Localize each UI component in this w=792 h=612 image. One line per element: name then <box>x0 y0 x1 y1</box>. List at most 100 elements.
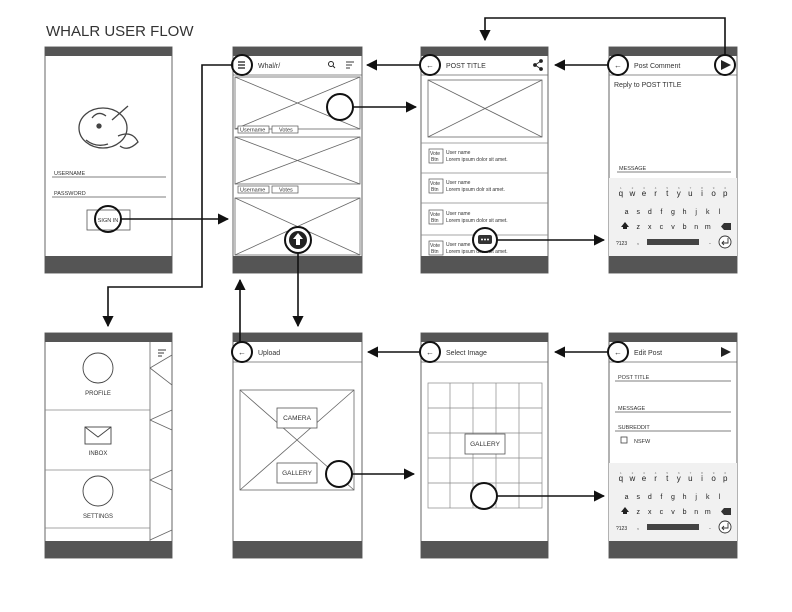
comment-username: User name <box>446 211 471 217</box>
profile-icon <box>82 352 114 384</box>
back-arrow-icon[interactable]: ← <box>426 61 434 70</box>
edit-post-title: Edit Post <box>634 350 662 357</box>
key-m[interactable]: m <box>705 224 711 231</box>
user-flow-diagram: WHALR USER FLOW USERNAME PASSWORD SIGN I… <box>44 17 738 559</box>
enter-key-icon[interactable] <box>718 520 732 534</box>
reply-fab[interactable] <box>472 227 498 253</box>
key-m[interactable]: m <box>705 509 711 516</box>
btn-label: Btn <box>431 218 439 224</box>
back-arrow-icon[interactable]: ← <box>238 348 246 357</box>
key-b[interactable]: b <box>683 224 687 231</box>
key-r[interactable]: r <box>654 189 657 198</box>
edit-post-screen: ← Edit Post POST TITLE MESSAGE SUBREDDIT… <box>607 332 738 559</box>
menu-item-label: INBOX <box>89 451 108 457</box>
key-f[interactable]: f <box>660 209 662 216</box>
key-s[interactable]: s <box>636 209 640 216</box>
tap-indicator <box>470 482 498 510</box>
key-x[interactable]: x <box>648 224 652 231</box>
key-j[interactable]: j <box>694 494 697 501</box>
post-votes: Votes <box>279 128 293 134</box>
nsfw-label: NSFW <box>634 439 651 445</box>
key-comma[interactable]: , <box>637 524 639 531</box>
menu-item-settings[interactable]: SETTINGS <box>82 475 114 520</box>
key-c[interactable]: c <box>660 509 664 516</box>
key-a[interactable]: a <box>625 494 629 501</box>
nav-bar <box>45 256 172 273</box>
key-x[interactable]: x <box>648 509 652 516</box>
btn-label: Btn <box>431 157 439 163</box>
key-g[interactable]: g <box>671 209 675 216</box>
post-comment-screen: ← Post Comment Reply to POST TITLE MESSA… <box>607 46 738 274</box>
key-y[interactable]: y <box>677 474 681 483</box>
back-arrow-icon[interactable]: ← <box>614 348 622 357</box>
feed-title: Whal/r/ <box>258 63 280 70</box>
key-w[interactable]: w <box>629 189 636 198</box>
key-symbols[interactable]: ?123 <box>616 241 627 247</box>
envelope-icon <box>84 426 112 445</box>
key-b[interactable]: b <box>683 509 687 516</box>
key-z[interactable]: z <box>636 224 640 231</box>
back-arrow-icon[interactable]: ← <box>614 61 622 70</box>
comment-text: Lorem ipsum dolor sit amet. <box>446 218 508 224</box>
post-title: POST TITLE <box>446 63 486 70</box>
key-q[interactable]: q <box>619 474 623 483</box>
key-symbols[interactable]: ?123 <box>616 526 627 532</box>
comment-username: User name <box>446 242 471 248</box>
spacebar[interactable] <box>647 239 699 245</box>
key-u[interactable]: u <box>688 474 692 483</box>
upload-title: Upload <box>258 350 280 357</box>
upload-screen: ← Upload CAMERA GALLERY <box>231 332 363 559</box>
key-i[interactable]: i <box>701 189 703 198</box>
key-o[interactable]: o <box>711 189 716 198</box>
settings-icon <box>82 475 114 507</box>
key-k[interactable]: k <box>706 209 710 216</box>
spacebar[interactable] <box>647 524 699 530</box>
enter-key-icon[interactable] <box>718 235 732 249</box>
btn-label: Btn <box>431 187 439 193</box>
key-f[interactable]: f <box>660 494 662 501</box>
key-v[interactable]: v <box>671 224 675 231</box>
key-p[interactable]: p <box>723 474 728 483</box>
menu-item-inbox[interactable]: INBOX <box>84 426 112 457</box>
key-k[interactable]: k <box>706 494 710 501</box>
camera-label: CAMERA <box>283 415 311 422</box>
key-period[interactable]: . <box>709 239 711 246</box>
key-j[interactable]: j <box>694 209 697 216</box>
key-d[interactable]: d <box>648 494 652 501</box>
key-h[interactable]: h <box>683 494 687 501</box>
login-screen: USERNAME PASSWORD SIGN IN <box>44 46 173 274</box>
key-n[interactable]: n <box>694 224 698 231</box>
key-comma[interactable]: , <box>637 239 639 246</box>
key-period[interactable]: . <box>709 524 711 531</box>
post-votes: Votes <box>279 188 293 194</box>
key-p[interactable]: p <box>723 189 728 198</box>
key-o[interactable]: o <box>711 474 716 483</box>
key-e[interactable]: e <box>642 189 647 198</box>
key-g[interactable]: g <box>671 494 675 501</box>
key-c[interactable]: c <box>660 224 664 231</box>
key-r[interactable]: r <box>654 474 657 483</box>
key-d[interactable]: d <box>648 209 652 216</box>
key-z[interactable]: z <box>636 509 640 516</box>
key-a[interactable]: a <box>625 209 629 216</box>
key-i[interactable]: i <box>701 474 703 483</box>
key-e[interactable]: e <box>642 474 647 483</box>
btn-label: Btn <box>431 249 439 255</box>
key-w[interactable]: w <box>629 474 636 483</box>
nsfw-checkbox[interactable] <box>620 436 628 444</box>
signin-label: SIGN IN <box>98 218 119 224</box>
menu-item-profile[interactable]: PROFILE <box>82 352 114 397</box>
key-q[interactable]: q <box>619 189 623 198</box>
back-arrow-icon[interactable]: ← <box>426 348 434 357</box>
key-u[interactable]: u <box>688 189 692 198</box>
comment-text: Lorem ipsum dolor sit amet. <box>446 157 508 163</box>
upload-fab[interactable] <box>284 226 312 254</box>
key-s[interactable]: s <box>636 494 640 501</box>
tap-indicator <box>326 93 354 121</box>
key-v[interactable]: v <box>671 509 675 516</box>
select-image-screen: ← Select Image GALLERY <box>419 332 549 559</box>
post-screen: ← POST TITLE Vote Btn User name Lorem ip… <box>419 46 549 274</box>
key-n[interactable]: n <box>694 509 698 516</box>
key-h[interactable]: h <box>683 209 687 216</box>
key-y[interactable]: y <box>677 189 681 198</box>
